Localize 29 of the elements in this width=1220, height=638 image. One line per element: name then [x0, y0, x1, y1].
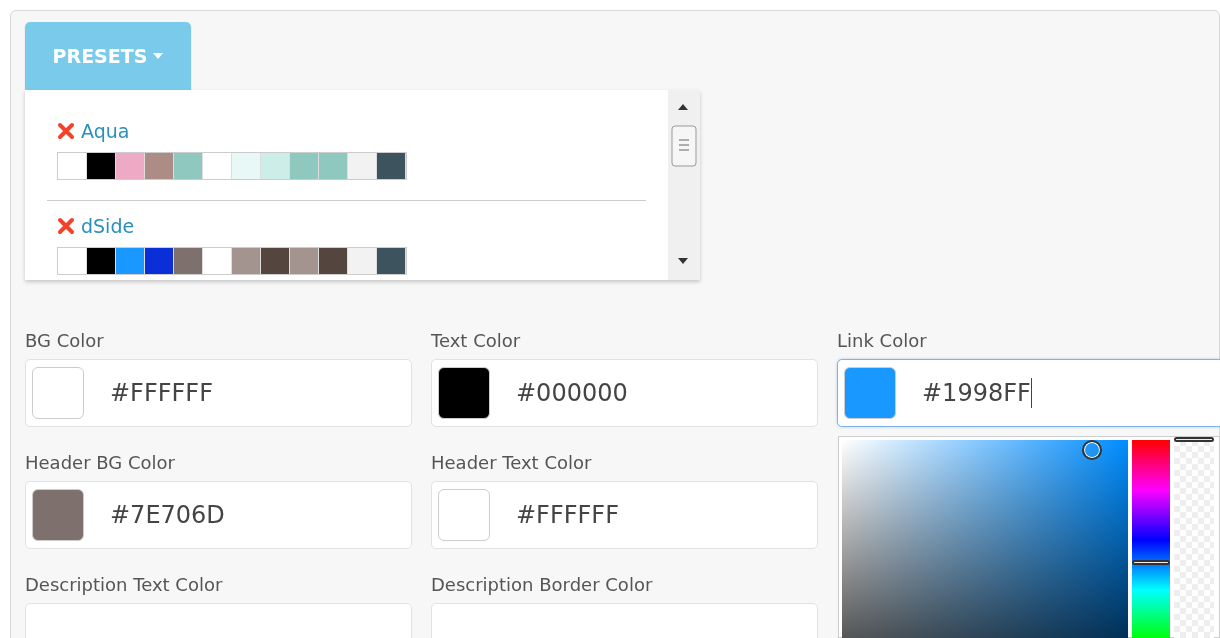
delete-icon[interactable]: [57, 217, 75, 235]
preset-link[interactable]: Aqua: [81, 120, 130, 142]
color-input-field[interactable]: #7E706D: [25, 481, 412, 549]
hue-thumb[interactable]: [1132, 560, 1170, 566]
field-label: Description Text Color: [25, 574, 224, 597]
color-input-field[interactable]: #000000: [431, 359, 818, 427]
hue-slider[interactable]: [1132, 440, 1170, 638]
field-label: Description Border Color: [431, 574, 654, 597]
delete-icon[interactable]: [57, 122, 75, 140]
color-swatch[interactable]: [32, 367, 84, 419]
color-input-field[interactable]: #1998FF: [837, 359, 1220, 427]
saturation-value-area[interactable]: [842, 440, 1128, 638]
color-input-field[interactable]: #FFFFFF: [25, 359, 412, 427]
preset-link[interactable]: dSide: [81, 215, 135, 237]
color-swatch[interactable]: [32, 489, 84, 541]
field-label: Link Color: [837, 330, 928, 353]
scrollbar-drawing[interactable]: [668, 90, 700, 280]
color-swatch[interactable]: [438, 489, 490, 541]
picker-handle[interactable]: [1081, 440, 1102, 460]
field-label: Text Color: [431, 330, 522, 353]
field-label: BG Color: [25, 330, 105, 353]
alpha-thumb[interactable]: [1174, 437, 1214, 442]
field-label: Header Text Color: [431, 452, 593, 475]
color-input-field[interactable]: #FFFFFF: [431, 481, 818, 549]
color-swatch[interactable]: [438, 367, 490, 419]
field-label: Header BG Color: [25, 452, 176, 475]
color-swatch[interactable]: [844, 367, 896, 419]
caret-icon: [153, 53, 164, 59]
alpha-slider[interactable]: [1174, 440, 1214, 638]
